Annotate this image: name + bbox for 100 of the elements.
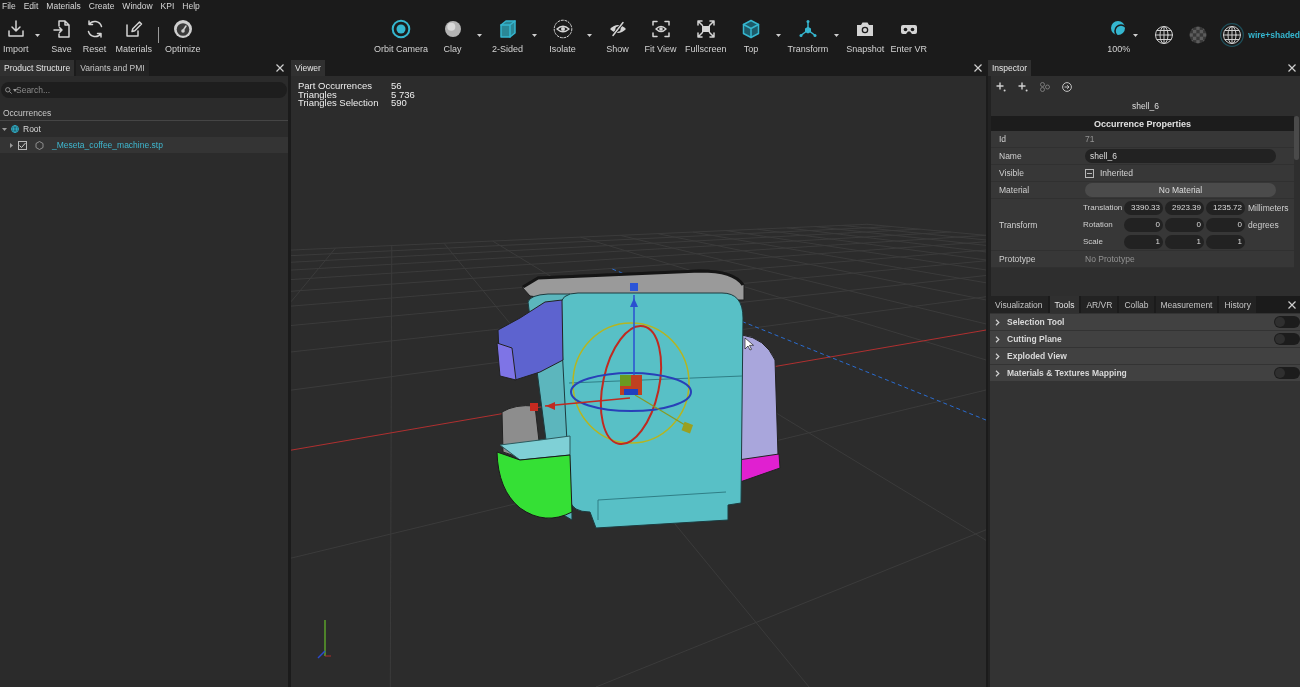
panel-tab[interactable]: Measurement — [1155, 296, 1218, 313]
toolbar-button[interactable]: Isolate — [541, 12, 596, 60]
axis-indicator-icon — [317, 619, 332, 659]
linked-circles-icon[interactable] — [1040, 82, 1050, 92]
close-icon — [1288, 300, 1296, 309]
section-label: Materials & Textures Mapping — [1007, 368, 1127, 378]
panel-tab[interactable]: History — [1219, 296, 1256, 313]
property-label: Material — [998, 185, 1031, 195]
section-header: Occurrence Properties — [991, 116, 1294, 131]
toolbar-button[interactable]: Fullscreen — [682, 12, 730, 60]
transform-gizmo-drawing[interactable] — [530, 283, 694, 445]
stat-value: 5 736 — [391, 90, 415, 100]
collapsible-section[interactable]: Selection Tool — [990, 314, 1300, 330]
unit-label: degrees — [1248, 219, 1279, 230]
plus-icon[interactable] — [1018, 82, 1028, 92]
panel-tab[interactable]: Inspector — [988, 60, 1031, 76]
name-field[interactable]: shell_6 — [1085, 149, 1276, 163]
menu-item[interactable]: Help — [182, 0, 200, 12]
menu-item[interactable]: File — [2, 0, 16, 12]
material-button[interactable]: No Material — [1085, 183, 1276, 197]
close-icon — [1288, 64, 1296, 72]
property-label: Id — [998, 134, 1008, 144]
checkbox[interactable] — [1085, 168, 1094, 178]
property-sublabel: Translation — [1083, 203, 1122, 212]
search-icon — [5, 86, 12, 94]
toolbar-button[interactable]: Snapshot — [843, 12, 888, 60]
property-value: No Prototype — [1085, 254, 1135, 264]
toolbar-button[interactable]: Clay — [431, 12, 486, 60]
stat-value: 590 — [391, 99, 407, 108]
number-field[interactable]: 1 — [1206, 234, 1245, 249]
property-sublabel: Scale — [1083, 237, 1104, 246]
toggle-switch[interactable] — [1274, 316, 1300, 328]
number-field[interactable]: 0 — [1124, 217, 1163, 232]
toolbar-button[interactable]: Materials — [112, 12, 156, 60]
number-field[interactable]: 0 — [1165, 217, 1204, 232]
eye-circle-icon — [552, 19, 573, 39]
scrollbar[interactable] — [1294, 116, 1299, 160]
document-arrow-icon — [51, 19, 72, 39]
circle-arrow-icon[interactable] — [1062, 82, 1072, 92]
mouse-pointer-icon — [744, 337, 754, 351]
collapsible-section[interactable]: Exploded View — [990, 348, 1300, 364]
collapsible-section[interactable]: Materials & Textures Mapping — [990, 365, 1300, 381]
toolbar-button[interactable]: Fit View — [639, 12, 682, 60]
checkbox[interactable] — [18, 140, 27, 150]
gauge-icon — [172, 19, 193, 39]
unit-label: Millimeters — [1248, 202, 1289, 213]
object-title: shell_6 — [1131, 100, 1160, 113]
hexagon-icon — [35, 140, 44, 150]
tree-item[interactable]: Root — [0, 121, 288, 137]
stat-label: Part Occurrences — [298, 82, 373, 91]
number-field[interactable]: 1 — [1165, 234, 1204, 249]
panel-tab[interactable]: Variants and PMI — [76, 60, 149, 76]
panel-tab[interactable]: Collab — [1119, 296, 1154, 313]
close-icon — [974, 64, 982, 72]
number-field[interactable]: 2923.39 — [1165, 200, 1204, 215]
caret-right-icon[interactable] — [9, 142, 14, 148]
toolbar-button[interactable]: Import — [0, 12, 44, 60]
property-label: Prototype — [998, 254, 1037, 264]
menu-item[interactable]: Window — [122, 0, 153, 12]
wireframe-globe-icon — [1220, 23, 1245, 47]
number-field[interactable]: 1235.72 — [1206, 200, 1245, 215]
toolbar-button[interactable]: 2-Sided — [486, 12, 541, 60]
menu-item[interactable]: KPI — [160, 0, 175, 12]
collapsible-section[interactable]: Cutting Plane — [990, 331, 1300, 347]
sphere-icon — [442, 19, 463, 39]
caret-down-icon[interactable] — [2, 126, 7, 132]
toolbar-button[interactable]: Show — [596, 12, 639, 60]
checkbox-label: Inherited — [1100, 168, 1134, 178]
toolbar-button[interactable]: Top — [729, 12, 785, 60]
axes-icon — [797, 19, 818, 39]
number-field[interactable]: 1 — [1124, 234, 1163, 249]
panel-tab[interactable]: AR/VR — [1081, 296, 1118, 313]
number-field[interactable]: 3390.33 — [1124, 200, 1163, 215]
toolbar-button[interactable]: Optimize — [162, 12, 204, 60]
tree-item[interactable]: _Meseta_coffee_machine.stp — [0, 137, 288, 153]
panel-tab[interactable]: Visualization — [990, 296, 1048, 313]
toolbar-button[interactable]: Reset — [79, 12, 110, 60]
toolbar-button[interactable]: 100% — [1104, 12, 1143, 60]
property-label: Name — [998, 151, 1023, 161]
toolbar-button[interactable]: Enter VR — [887, 12, 931, 60]
toolbar-button[interactable]: Orbit Camera — [371, 12, 431, 60]
toolbar-button[interactable]: Transform — [784, 12, 844, 60]
toggle-switch[interactable] — [1274, 367, 1300, 379]
render-mode-button[interactable]: wire+shaded — [1220, 23, 1300, 47]
toggle-switch[interactable] — [1274, 333, 1300, 345]
panel-tab[interactable]: Product Structure — [0, 60, 75, 76]
menu-item[interactable]: Edit — [23, 0, 39, 12]
download-icon — [5, 19, 26, 39]
search-field[interactable]: Search... — [1, 82, 287, 98]
menu-item[interactable]: Create — [88, 0, 115, 12]
toolbar-button[interactable]: Save — [46, 12, 77, 60]
eye-frame-icon — [650, 19, 671, 39]
panel-tab[interactable]: Viewer — [291, 60, 325, 76]
property-label: Visible — [998, 168, 1025, 178]
menu-item[interactable]: Materials — [46, 0, 81, 12]
property-value: 71 — [1085, 134, 1095, 144]
panel-tab[interactable]: Tools — [1049, 296, 1080, 313]
plus-icon[interactable] — [996, 82, 1006, 92]
stat-label: Triangles Selection — [298, 99, 380, 108]
number-field[interactable]: 0 — [1206, 217, 1245, 232]
